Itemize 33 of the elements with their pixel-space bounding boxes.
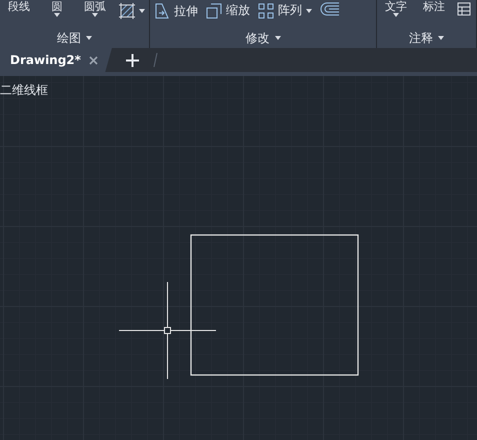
ribbon-tool-button[interactable]: 段线: [4, 0, 34, 13]
ribbon-tool-button[interactable]: 文字: [381, 0, 411, 17]
caret-icon: [92, 13, 98, 17]
caret-icon: [306, 8, 312, 12]
ribbon-tool-button[interactable]: 缩放: [206, 0, 250, 19]
hatch-icon: [118, 2, 136, 20]
caret-icon: [54, 13, 60, 17]
drawing-canvas[interactable]: 二维线框: [0, 76, 477, 440]
stretch-icon: [154, 2, 170, 20]
caret-icon: [139, 9, 145, 13]
tab-title: Drawing2*: [10, 53, 81, 67]
ribbon-icon-button[interactable]: [457, 0, 471, 16]
close-icon[interactable]: [88, 56, 98, 64]
ribbon-icon-button[interactable]: [118, 0, 145, 20]
ribbon-tool-button[interactable]: 标注: [419, 0, 449, 13]
offset-icon: [320, 2, 340, 16]
caret-icon: [393, 13, 399, 17]
array-icon: [258, 2, 274, 18]
ribbon-tool-button[interactable]: 圆弧: [80, 0, 110, 17]
document-tab[interactable]: Drawing2*: [0, 48, 112, 72]
ribbon-tool-button[interactable]: 拉伸: [154, 0, 198, 20]
visual-style-label[interactable]: 二维线框: [0, 82, 48, 99]
crosshair-cursor-icon: [119, 282, 216, 379]
ribbon-tool-button[interactable]: 阵列: [258, 0, 312, 19]
ribbon-icon-button[interactable]: [320, 0, 340, 16]
scale-icon: [206, 2, 222, 18]
panel-label-button[interactable]: 注释: [409, 30, 444, 46]
panel-label-button[interactable]: 修改: [246, 30, 280, 46]
table-icon: [457, 2, 471, 16]
ribbon-tool-button[interactable]: 圆: [42, 0, 72, 17]
panel-label-button[interactable]: 绘图: [57, 30, 92, 46]
divider-icon: [152, 53, 158, 67]
plus-icon[interactable]: [126, 54, 139, 66]
